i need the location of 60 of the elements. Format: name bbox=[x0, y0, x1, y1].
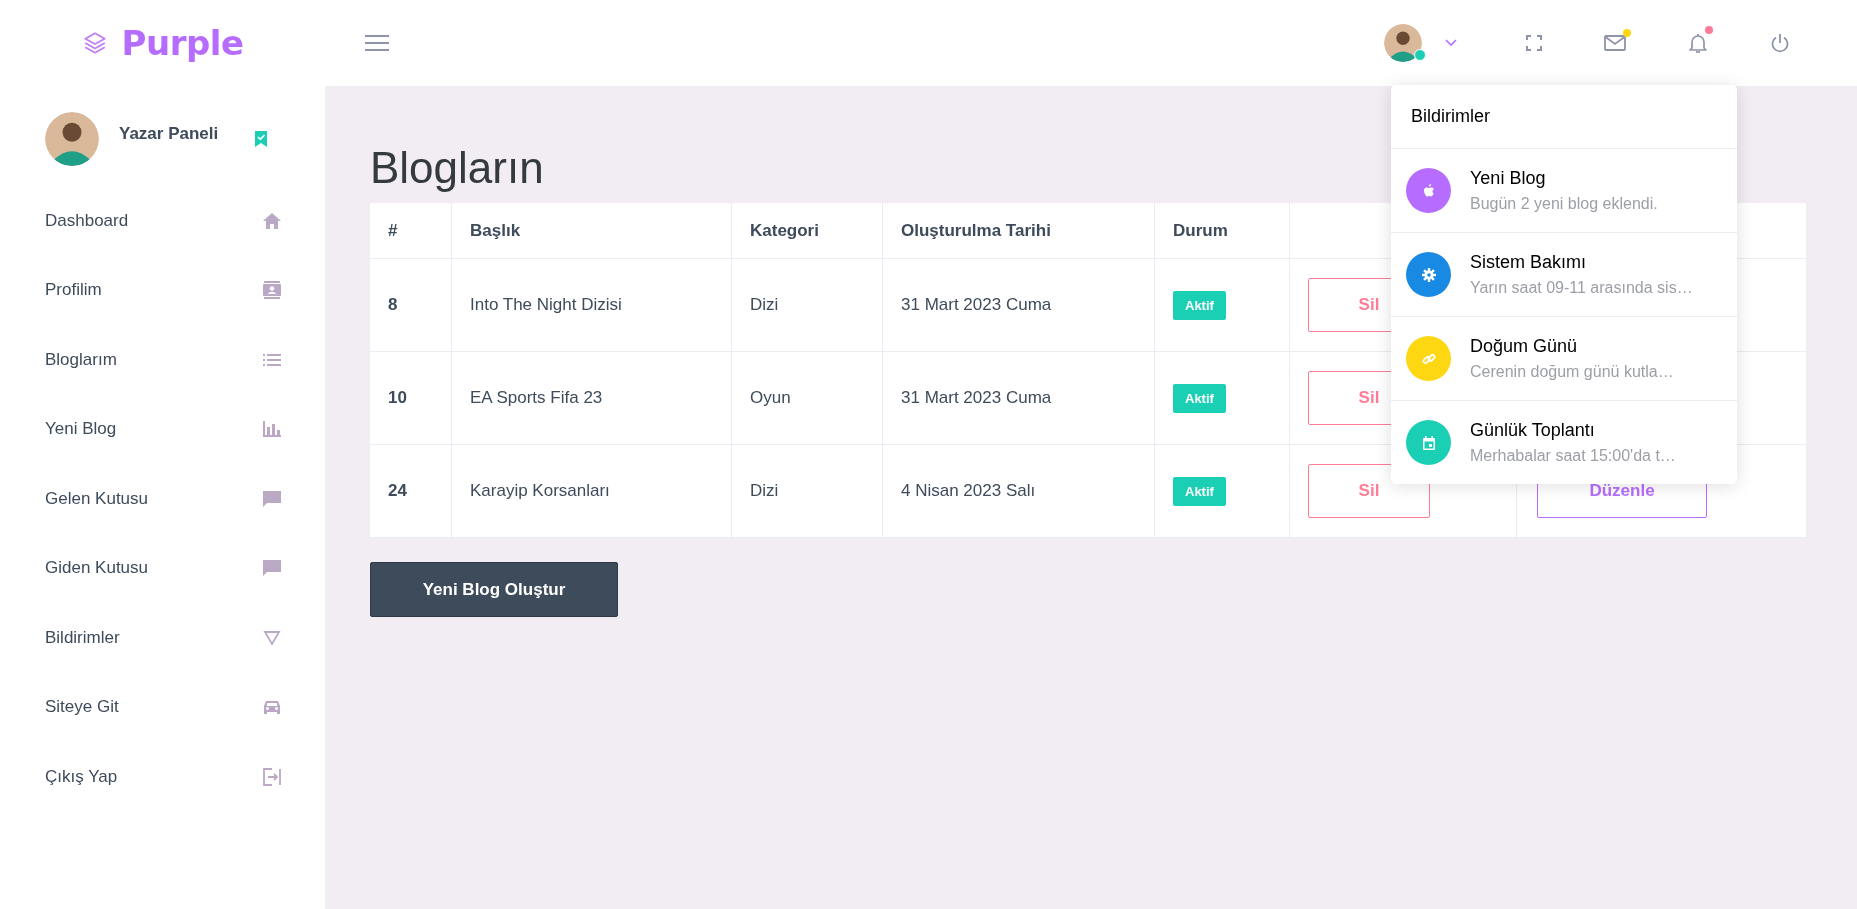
home-icon bbox=[262, 210, 282, 231]
sidebar-item[interactable]: Giden Kutusu bbox=[0, 533, 325, 603]
bookmark-check-icon bbox=[254, 130, 268, 148]
notification-text: Yarın saat 09-11 arasında sis… bbox=[1470, 279, 1693, 297]
notification-title: Doğum Günü bbox=[1470, 336, 1579, 357]
sidebar-item[interactable]: Bloglarım bbox=[0, 325, 325, 395]
table-cell: Dizi bbox=[731, 258, 883, 352]
avatar bbox=[45, 112, 99, 166]
table-cell: 31 Mart 2023 Cuma bbox=[882, 258, 1155, 352]
notification-title: Günlük Toplantı bbox=[1470, 420, 1596, 441]
table-cell: 24 bbox=[370, 444, 452, 538]
bell-icon[interactable] bbox=[1688, 32, 1708, 54]
fullscreen-icon[interactable] bbox=[1526, 35, 1542, 51]
column-header: Durum bbox=[1154, 203, 1290, 259]
table-cell: 31 Mart 2023 Cuma bbox=[882, 351, 1155, 445]
column-header: Başlık bbox=[451, 203, 732, 259]
table-cell: Into The Night Dizisi bbox=[451, 258, 732, 352]
table-cell: 4 Nisan 2023 Salı bbox=[882, 444, 1155, 538]
table-cell: EA Sports Fifa 23 bbox=[451, 351, 732, 445]
sidebar-item[interactable]: Çıkış Yap bbox=[0, 742, 325, 812]
notification-text: Merhabalar saat 15:00'da t… bbox=[1470, 447, 1676, 465]
power-icon[interactable] bbox=[1770, 33, 1790, 53]
status-badge: Aktif bbox=[1173, 291, 1226, 320]
notification-text: Bugün 2 yeni blog eklendi. bbox=[1470, 195, 1658, 213]
logout-icon bbox=[262, 766, 282, 787]
menu-icon[interactable] bbox=[365, 34, 389, 52]
notification-item[interactable]: Doğum Günü Cerenin doğum günü kutla… bbox=[1391, 317, 1737, 401]
notification-item[interactable]: Sistem Bakımı Yarın saat 09-11 arasında sis… bbox=[1391, 233, 1737, 317]
column-header: # bbox=[370, 203, 452, 259]
column-header: Kategori bbox=[731, 203, 883, 259]
create-blog-button[interactable]: Yeni Blog Oluştur bbox=[370, 562, 618, 617]
mail-icon[interactable] bbox=[1604, 35, 1626, 51]
table-cell: Karayip Korsanları bbox=[451, 444, 732, 538]
bar-chart-icon bbox=[262, 419, 282, 440]
gear-icon bbox=[1419, 265, 1438, 284]
table-cell: Oyun bbox=[731, 351, 883, 445]
table-cell: 10 bbox=[370, 351, 452, 445]
caret-icon[interactable] bbox=[1444, 38, 1458, 48]
sidebar-item[interactable]: Dashboard bbox=[0, 186, 325, 256]
sidebar-item[interactable]: Bildirimler bbox=[0, 603, 325, 673]
chat-bubble-icon bbox=[262, 488, 282, 509]
contact-card-icon bbox=[262, 280, 282, 301]
notification-title: Yeni Blog bbox=[1470, 168, 1547, 189]
column-header: Oluşturulma Tarihi bbox=[882, 203, 1155, 259]
sidebar-item[interactable]: Siteye Git bbox=[0, 672, 325, 742]
sidebar-item[interactable]: Gelen Kutusu bbox=[0, 464, 325, 534]
dropdown-title: Bildirimler bbox=[1391, 85, 1737, 149]
profile-name: Yazar Paneli bbox=[119, 124, 220, 144]
sidebar-item[interactable]: Profilim bbox=[0, 255, 325, 325]
sidebar-item[interactable]: Yeni Blog bbox=[0, 394, 325, 464]
notification-text: Cerenin doğum günü kutla… bbox=[1470, 363, 1674, 381]
status-badge: Aktif bbox=[1173, 384, 1226, 413]
status-badge: Aktif bbox=[1173, 477, 1226, 506]
layers-icon bbox=[81, 30, 108, 56]
avatar[interactable] bbox=[1384, 24, 1422, 62]
notification-item[interactable]: Yeni Blog Bugün 2 yeni blog eklendi. bbox=[1391, 149, 1737, 233]
table-cell: Dizi bbox=[731, 444, 883, 538]
table-cell: 8 bbox=[370, 258, 452, 352]
chat-bubble-icon bbox=[262, 558, 282, 579]
notification-title: Sistem Bakımı bbox=[1470, 252, 1588, 273]
